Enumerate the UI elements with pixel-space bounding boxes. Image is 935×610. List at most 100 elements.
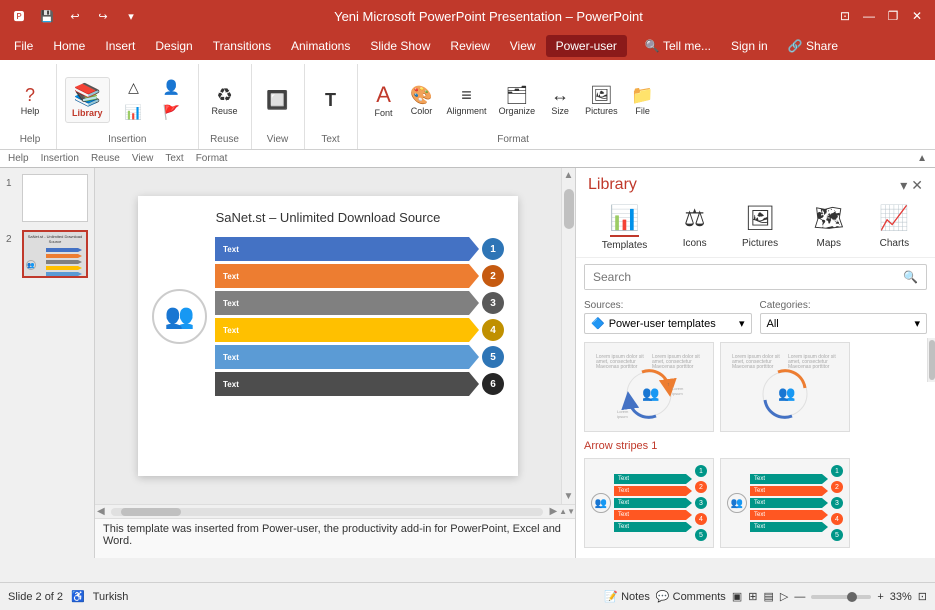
ribbon-group-view: 🔲 View — [252, 64, 305, 149]
template-preview-svg: Lorem ipsum dolor sit amet, consectetur … — [592, 348, 707, 426]
menu-transitions[interactable]: Transitions — [203, 35, 281, 57]
menu-insert[interactable]: Insert — [95, 35, 145, 57]
template-1-label: Arrow stripes 1 — [584, 440, 919, 452]
library-button[interactable]: 📚 Library — [65, 77, 110, 123]
menu-home[interactable]: Home — [43, 35, 95, 57]
svg-text:👥: 👥 — [642, 385, 659, 402]
slide-circle-icon: 👥 — [152, 289, 207, 344]
view-slideshow-button[interactable]: ▷ — [780, 590, 788, 603]
language: Turkish — [93, 591, 129, 603]
svg-text:Maecenas porttitor: Maecenas porttitor — [788, 364, 830, 370]
window-resize-button[interactable]: ⊡ — [835, 6, 855, 26]
comments-button[interactable]: 💬 Comments — [656, 590, 726, 603]
ribbon-group-text: T Text — [305, 64, 358, 149]
slide-thumb-1[interactable]: 1 — [4, 172, 90, 224]
font-button[interactable]: A Font — [366, 79, 402, 121]
lib-content-inner: Lorem ipsum dolor sit amet, consectetur … — [576, 338, 927, 552]
tab-icons[interactable]: ⚖ Icons — [675, 202, 715, 253]
search-input[interactable] — [585, 265, 895, 289]
vertical-scrollbar[interactable]: ▲ ▼ — [561, 168, 575, 504]
sources-value: Power-user templates — [609, 318, 716, 330]
icon-button[interactable]: 👤 — [154, 76, 190, 99]
minimize-button[interactable]: — — [859, 6, 879, 26]
view-reading-button[interactable]: ▤ — [763, 590, 773, 603]
arrow-row-4: Text 4 — [215, 318, 504, 342]
template-card-2[interactable]: 👥 Text Text Text Text Text — [584, 458, 919, 548]
menu-design[interactable]: Design — [145, 35, 202, 57]
ribbon: ? Help Help 📚 Library △ 👤 📊 🚩 — [0, 60, 935, 150]
ribbon-group-labels-row: Help Insertion Reuse View Text Format — [8, 153, 227, 164]
text-button[interactable]: T — [313, 87, 349, 114]
view-label: View — [132, 153, 154, 164]
library-scrollbar[interactable] — [927, 338, 935, 382]
tab-maps[interactable]: 🗺 Maps — [806, 202, 852, 253]
menu-slideshow[interactable]: Slide Show — [360, 35, 440, 57]
help-button[interactable]: ? Help — [12, 82, 48, 119]
close-button[interactable]: ✕ — [907, 6, 927, 26]
collapse-ribbon-button[interactable]: ▲ — [917, 153, 927, 164]
view-normal-button[interactable]: ▣ — [732, 590, 742, 603]
file-button[interactable]: 📁 File — [625, 82, 661, 119]
scroll-thumb[interactable] — [564, 189, 574, 229]
arrow-num-2: 2 — [482, 265, 504, 287]
color-button[interactable]: 🎨 Color — [404, 82, 440, 119]
zoom-thumb[interactable] — [847, 592, 857, 602]
template-thumb-left-2: 👥 Text Text Text Text Text — [584, 458, 714, 548]
categories-select[interactable]: All ▾ — [760, 313, 928, 334]
ribbon-group-insertion: 📚 Library △ 👤 📊 🚩 Insertion — [57, 64, 199, 149]
save-button[interactable]: 💾 — [36, 5, 58, 27]
reuse-button[interactable]: ♻ Reuse — [207, 82, 243, 119]
view-toggle-button[interactable]: 🔲 — [260, 87, 296, 114]
menu-file[interactable]: File — [4, 35, 43, 57]
h-scroll-thumb[interactable] — [121, 508, 181, 516]
tab-charts[interactable]: 📈 Charts — [871, 202, 917, 253]
slide-thumbnail-1 — [22, 174, 88, 222]
slide-thumb-2[interactable]: 2 SaNet.st - Unlimited Download Source 👥 — [4, 228, 90, 280]
search-button[interactable]: 🔍 — [895, 266, 926, 288]
menu-animations[interactable]: Animations — [281, 35, 360, 57]
chart-button[interactable]: 📊 — [116, 101, 152, 124]
horizontal-scrollbar[interactable]: ◀ ▶ ▲ ▼ — [95, 504, 575, 518]
size-button[interactable]: ↔ Size — [542, 82, 578, 119]
library-pin-button[interactable]: ▾ — [900, 177, 907, 194]
insertion-label: Insertion — [41, 153, 79, 164]
library-scroll-thumb[interactable] — [929, 340, 935, 380]
organize-button[interactable]: 🗂 Organize — [494, 82, 541, 119]
customize-qat-button[interactable]: ▾ — [120, 5, 142, 27]
thumb3-circle: 👥 — [727, 493, 747, 513]
slide-num-1: 1 — [6, 178, 18, 189]
maps-tab-icon: 🗺 — [814, 204, 844, 235]
undo-button[interactable]: ↩ — [64, 5, 86, 27]
main-area: 1 2 SaNet.st - Unlimited Download Source… — [0, 168, 935, 558]
pictures-button[interactable]: 🖼 Pictures — [580, 82, 623, 119]
template-card-1[interactable]: Lorem ipsum dolor sit amet, consectetur … — [584, 342, 919, 432]
text-buttons: T — [313, 66, 349, 134]
menu-signin[interactable]: Sign in — [721, 35, 778, 57]
shape-button[interactable]: △ — [116, 76, 152, 99]
sources-select[interactable]: 🔷 Power-user templates ▾ — [584, 313, 752, 334]
zoom-slider[interactable] — [811, 595, 871, 599]
fit-to-window-button[interactable]: ⊡ — [918, 590, 927, 603]
menu-review[interactable]: Review — [440, 35, 499, 57]
svg-text:Maecenas porttitor: Maecenas porttitor — [596, 364, 638, 370]
flag-button[interactable]: 🚩 — [154, 101, 190, 124]
redo-button[interactable]: ↪ — [92, 5, 114, 27]
menu-view[interactable]: View — [500, 35, 546, 57]
zoom-minus-button[interactable]: — — [794, 591, 805, 603]
alignment-button[interactable]: ≡ Alignment — [442, 82, 492, 119]
template-thumb-left-1: Lorem ipsum dolor sit amet, consectetur … — [584, 342, 714, 432]
menu-tellme[interactable]: 🔍 Tell me... — [635, 35, 721, 57]
tab-templates[interactable]: 📊 Templates — [594, 202, 656, 253]
view-slidesorter-button[interactable]: ⊞ — [748, 590, 757, 603]
restore-button[interactable]: ❐ — [883, 6, 903, 26]
tab-pictures[interactable]: 🖼 Pictures — [734, 202, 786, 253]
menu-share[interactable]: 🔗 Share — [778, 35, 848, 57]
svg-text:ipsum: ipsum — [672, 391, 683, 396]
view-group-label: View — [267, 134, 289, 147]
menu-poweruser[interactable]: Power-user — [546, 35, 627, 57]
notes-button[interactable]: 📝 Notes — [604, 590, 650, 603]
zoom-plus-button[interactable]: + — [877, 591, 883, 603]
slide-viewport[interactable]: SaNet.st – Unlimited Download Source 👥 T… — [95, 168, 561, 504]
library-close-button[interactable]: ✕ — [911, 177, 923, 194]
below-ribbon: Help Insertion Reuse View Text Format ▲ — [0, 150, 935, 168]
